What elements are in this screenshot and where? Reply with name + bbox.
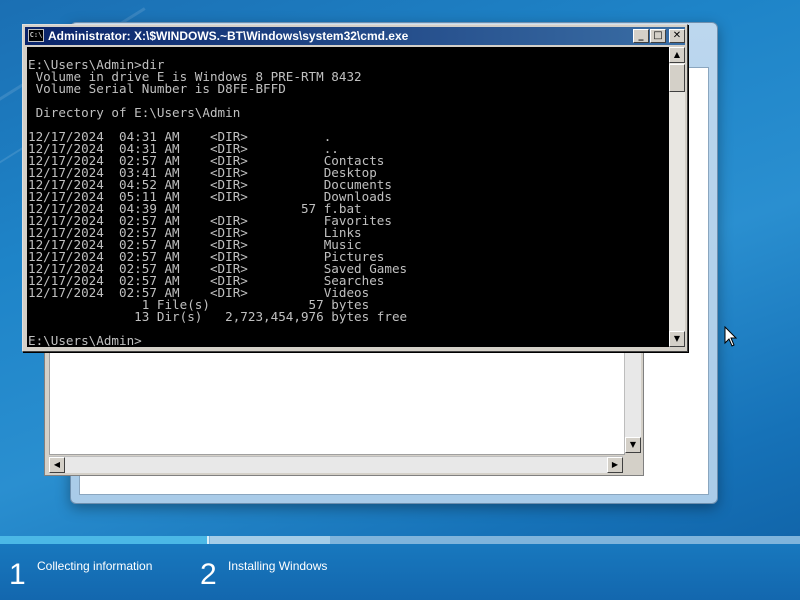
cmd-window[interactable]: C:\ Administrator: X:\$WINDOWS.~BT\Windo… xyxy=(22,24,688,352)
maximize-button[interactable]: □ xyxy=(650,29,666,43)
cmd-titlebar[interactable]: C:\ Administrator: X:\$WINDOWS.~BT\Windo… xyxy=(25,27,685,45)
setup-progress-bar xyxy=(0,536,800,544)
scrollbar-thumb[interactable] xyxy=(669,64,685,92)
cmd-console[interactable]: E:\Users\Admin>dir Volume in drive E is … xyxy=(27,47,669,347)
progress-step2-segment xyxy=(210,536,330,544)
minimize-button[interactable]: _ xyxy=(633,29,649,43)
cmd-output: E:\Users\Admin>dir Volume in drive E is … xyxy=(28,57,408,347)
step-label-installing: Installing Windows xyxy=(228,559,328,573)
scroll-down-icon[interactable]: ▼ xyxy=(669,331,685,347)
step-number: 2 xyxy=(200,558,217,591)
step-label-collecting: Collecting information xyxy=(37,559,153,573)
scroll-right-icon[interactable]: ▶ xyxy=(607,457,623,473)
step-number: 1 xyxy=(9,558,26,591)
scroll-up-icon[interactable]: ▲ xyxy=(669,47,685,63)
scroll-left-icon[interactable]: ◀ xyxy=(49,457,65,473)
scroll-down-icon[interactable]: ▼ xyxy=(625,437,641,453)
progress-step1-fill xyxy=(0,536,207,544)
cmd-window-title: Administrator: X:\$WINDOWS.~BT\Windows\s… xyxy=(48,29,409,43)
inner-horizontal-scrollbar[interactable]: ◀ ▶ xyxy=(49,456,623,473)
setup-steps: 1 Collecting information 2 Installing Wi… xyxy=(0,544,800,600)
progress-separator xyxy=(207,536,209,544)
cmd-icon[interactable]: C:\ xyxy=(28,29,44,42)
cmd-vertical-scrollbar[interactable]: ▲ ▼ xyxy=(669,47,685,347)
close-button[interactable]: ✕ xyxy=(669,29,685,43)
mouse-pointer-icon xyxy=(724,326,738,347)
